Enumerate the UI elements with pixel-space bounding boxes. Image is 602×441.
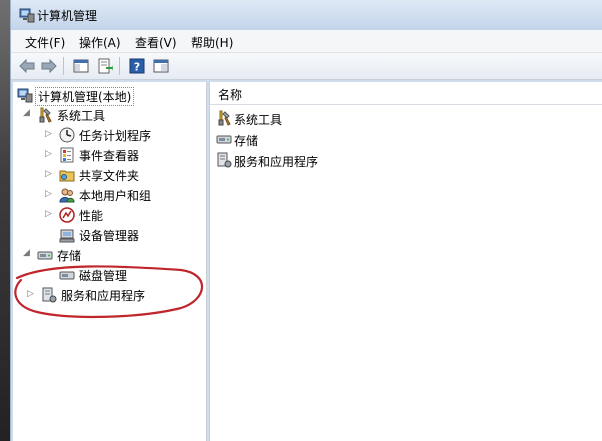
system-tools-icon	[39, 107, 52, 123]
tree-item-label: 事件查看器	[79, 149, 140, 163]
computer-management-window: 计算机管理 文件(F) 操作(A) 查看(V) 帮助(H) ? 计算机管理(本地…	[10, 0, 602, 441]
column-header-name[interactable]: 名称	[210, 82, 602, 105]
menu-action[interactable]: 操作(A)	[79, 34, 121, 51]
svg-text:?: ?	[134, 61, 140, 74]
toolbar: ?	[11, 53, 602, 80]
tree-item-label: 性能	[79, 209, 104, 223]
help-icon: ?	[129, 58, 145, 74]
title-bar: 计算机管理	[11, 0, 602, 30]
expand-arrow-icon[interactable]: ▷	[45, 169, 52, 179]
tree-item-label: 系统工具	[57, 109, 106, 123]
tree-item-label: 存储	[57, 249, 82, 263]
shared-folders-icon	[59, 170, 75, 182]
toolbar-separator	[63, 57, 64, 75]
storage-icon	[37, 251, 53, 260]
toolbar-separator	[119, 57, 120, 75]
tree-item-label: 设备管理器	[79, 229, 140, 243]
task-scheduler-icon	[59, 127, 75, 143]
menu-file[interactable]: 文件(F)	[25, 34, 65, 51]
services-applications-icon	[42, 287, 57, 303]
expand-arrow-icon[interactable]: ▷	[45, 189, 52, 199]
show-hide-console-tree-button[interactable]	[71, 56, 91, 76]
export-list-button[interactable]	[95, 56, 115, 76]
computer-management-icon	[19, 8, 35, 23]
list-item-label: 系统工具	[234, 113, 283, 127]
performance-icon	[59, 207, 75, 223]
list-item-storage[interactable]: 存储	[210, 129, 410, 149]
collapse-arrow-icon[interactable]: ◢	[23, 108, 30, 118]
collapse-arrow-icon[interactable]: ◢	[23, 248, 30, 258]
device-manager-icon	[59, 229, 75, 243]
menu-view[interactable]: 查看(V)	[135, 34, 177, 51]
services-applications-icon	[217, 152, 232, 168]
tree-item-label: 服务和应用程序	[61, 289, 146, 303]
menu-help[interactable]: 帮助(H)	[191, 34, 233, 51]
expand-arrow-icon[interactable]: ▷	[45, 149, 52, 159]
forward-icon	[41, 59, 57, 73]
system-tools-icon	[218, 110, 231, 126]
expand-arrow-icon[interactable]: ▷	[27, 289, 34, 299]
help-button[interactable]: ?	[127, 56, 147, 76]
export-list-icon	[98, 58, 113, 74]
show-hide-console-tree-icon	[73, 59, 89, 73]
tree-item-label: 共享文件夹	[79, 169, 140, 183]
column-header-label: 名称	[218, 88, 243, 102]
back-icon	[19, 59, 35, 73]
expand-arrow-icon[interactable]: ▷	[45, 129, 52, 139]
list-item-system-tools[interactable]: 系统工具	[210, 108, 410, 128]
menu-bar: 文件(F) 操作(A) 查看(V) 帮助(H)	[11, 30, 602, 53]
disk-management-icon	[59, 271, 75, 280]
back-button[interactable]	[17, 56, 37, 76]
tree-item-label: 计算机管理(本地)	[35, 87, 135, 106]
expand-arrow-icon[interactable]: ▷	[45, 209, 52, 219]
list-view: 名称 系统工具 存储 服务和应用程序	[209, 82, 602, 441]
list-item-label: 服务和应用程序	[234, 155, 319, 169]
tree-item-label: 任务计划程序	[79, 129, 152, 143]
event-viewer-icon	[60, 147, 74, 163]
list-item-label: 存储	[234, 134, 259, 148]
local-users-groups-icon	[59, 188, 75, 203]
console-tree: 计算机管理(本地) ◢ 系统工具 ▷ 任务计划程序 ▷ 事件查看器 ▷ 共享文件…	[13, 82, 207, 441]
desktop-background	[0, 0, 10, 441]
tree-item-label: 本地用户和组	[79, 189, 152, 203]
computer-management-icon	[17, 88, 33, 103]
storage-icon	[216, 135, 232, 144]
properties-button[interactable]	[151, 56, 171, 76]
list-item-services-applications[interactable]: 服务和应用程序	[210, 150, 410, 170]
properties-icon	[153, 59, 169, 73]
tree-item-label: 磁盘管理	[79, 269, 128, 283]
forward-button[interactable]	[39, 56, 59, 76]
window-title: 计算机管理	[37, 9, 98, 23]
